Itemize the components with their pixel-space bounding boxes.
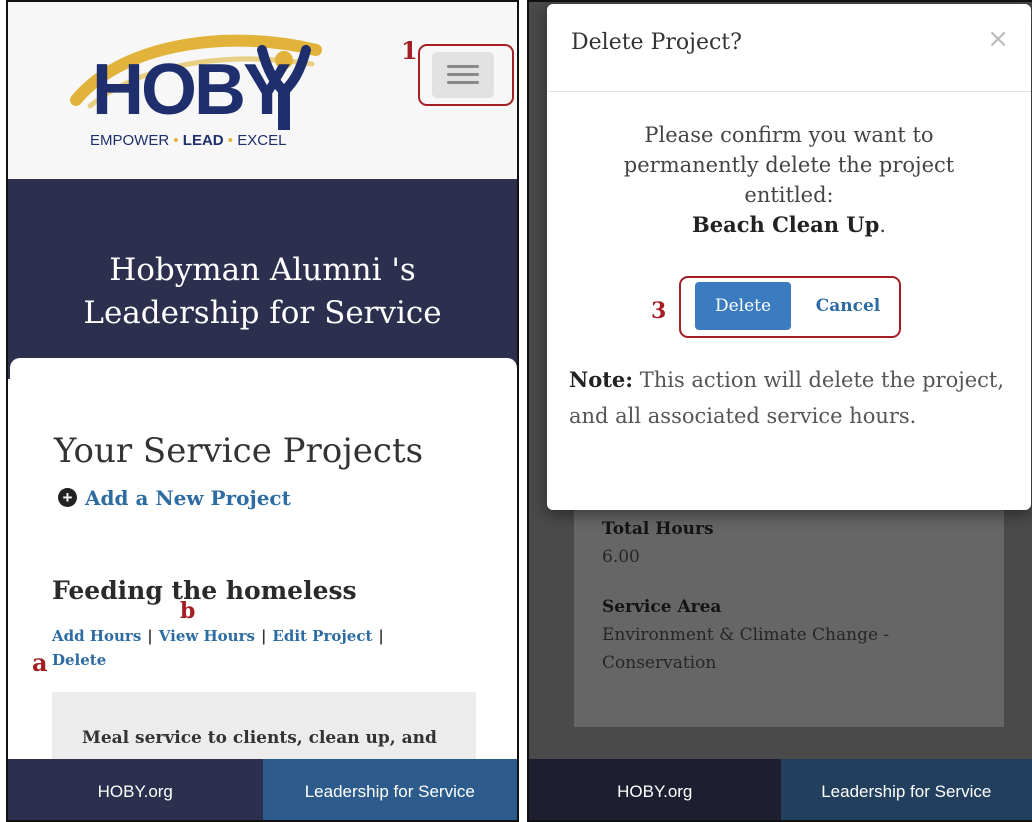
banner-title: Hobyman Alumni 's Leadership for Service xyxy=(8,249,517,335)
add-project-link[interactable]: + Add a New Project xyxy=(58,486,291,510)
hamburger-menu-icon xyxy=(447,65,479,68)
delete-project-link[interactable]: Delete xyxy=(52,651,106,669)
project-name: Beach Clean Up xyxy=(691,212,880,237)
total-hours-label: Total Hours xyxy=(602,519,714,539)
right-screenshot-panel: Total Hours 6.00 Service Area Environmen… xyxy=(527,0,1032,822)
hamburger-menu-button[interactable] xyxy=(432,52,494,98)
delete-button[interactable]: Delete xyxy=(695,282,791,330)
footer-link-hoby[interactable]: HOBY.org xyxy=(8,759,263,820)
tagline-empower: EMPOWER xyxy=(90,132,170,149)
separator: | xyxy=(147,627,153,645)
logo-tagline: EMPOWER • LEAD • EXCEL xyxy=(90,132,286,149)
site-header: HOBY EMPOWER • LEAD • EXCEL 1 xyxy=(8,2,517,179)
view-hours-link[interactable]: View Hours xyxy=(159,627,255,645)
banner-title-line-2: Leadership for Service xyxy=(83,295,442,331)
hoby-logo[interactable]: HOBY EMPOWER • LEAD • EXCEL xyxy=(66,30,326,160)
site-footer: HOBY.org Leadership for Service xyxy=(8,759,517,820)
footer-link-leadership[interactable]: Leadership for Service xyxy=(780,759,1032,820)
plus-circle-icon: + xyxy=(58,488,77,507)
delete-project-modal: Delete Project? × Please confirm you wan… xyxy=(547,4,1031,510)
project-description: Meal service to clients, clean up, and xyxy=(82,728,437,748)
service-area-label: Service Area xyxy=(602,597,722,617)
confirm-text: Please confirm you want to permanently d… xyxy=(623,123,955,207)
tagline-lead: LEAD xyxy=(182,132,224,149)
callout-number-3: 3 xyxy=(651,298,667,324)
callout-letter-a: a xyxy=(32,648,48,677)
footer-link-leadership[interactable]: Leadership for Service xyxy=(262,759,517,820)
close-icon[interactable]: × xyxy=(987,26,1009,52)
add-hours-link[interactable]: Add Hours xyxy=(52,627,141,645)
tagline-dot: • xyxy=(173,132,179,149)
logo-wordmark: HOBY xyxy=(92,50,291,130)
callout-number-1: 1 xyxy=(401,36,418,65)
banner-title-line-1: Hobyman Alumni 's xyxy=(109,252,416,288)
confirm-message: Please confirm you want to permanently d… xyxy=(587,120,991,240)
callout-letter-b: b xyxy=(180,598,196,624)
separator: | xyxy=(260,627,267,645)
project-actions: Add Hours | View Hours | Edit Project | Delete xyxy=(52,624,452,672)
modal-title: Delete Project? xyxy=(571,30,742,55)
tagline-dot: • xyxy=(227,132,234,149)
modal-header: Delete Project? × xyxy=(547,4,1031,92)
delete-note: Note: This action will delete the projec… xyxy=(569,362,1009,434)
cancel-button[interactable]: Cancel xyxy=(803,282,893,330)
tagline-excel: EXCEL xyxy=(237,132,287,149)
section-title: Your Service Projects xyxy=(54,431,424,471)
footer-link-hoby[interactable]: HOBY.org xyxy=(529,759,781,820)
note-label: Note: xyxy=(569,367,634,392)
note-text: This action will delete the project, and… xyxy=(569,368,1005,428)
hero-banner: Hobyman Alumni 's Leadership for Service xyxy=(8,179,517,379)
project-details-card: Total Hours 6.00 Service Area Environmen… xyxy=(574,507,1004,727)
left-screenshot-panel: HOBY EMPOWER • LEAD • EXCEL 1 Hobyman Al… xyxy=(6,0,519,822)
project-title: Feeding the homeless xyxy=(52,576,357,605)
add-project-label: Add a New Project xyxy=(85,486,291,510)
total-hours-value: 6.00 xyxy=(602,547,640,567)
period: . xyxy=(879,213,886,237)
hamburger-menu-icon xyxy=(447,81,479,84)
projects-card: Your Service Projects + Add a New Project… xyxy=(10,358,517,820)
separator: | xyxy=(378,627,384,645)
service-area-value: Environment & Climate Change - Conservat… xyxy=(602,625,890,673)
site-footer: HOBY.org Leadership for Service xyxy=(529,759,1032,820)
edit-project-link[interactable]: Edit Project xyxy=(272,627,372,645)
hamburger-menu-icon xyxy=(447,73,479,76)
